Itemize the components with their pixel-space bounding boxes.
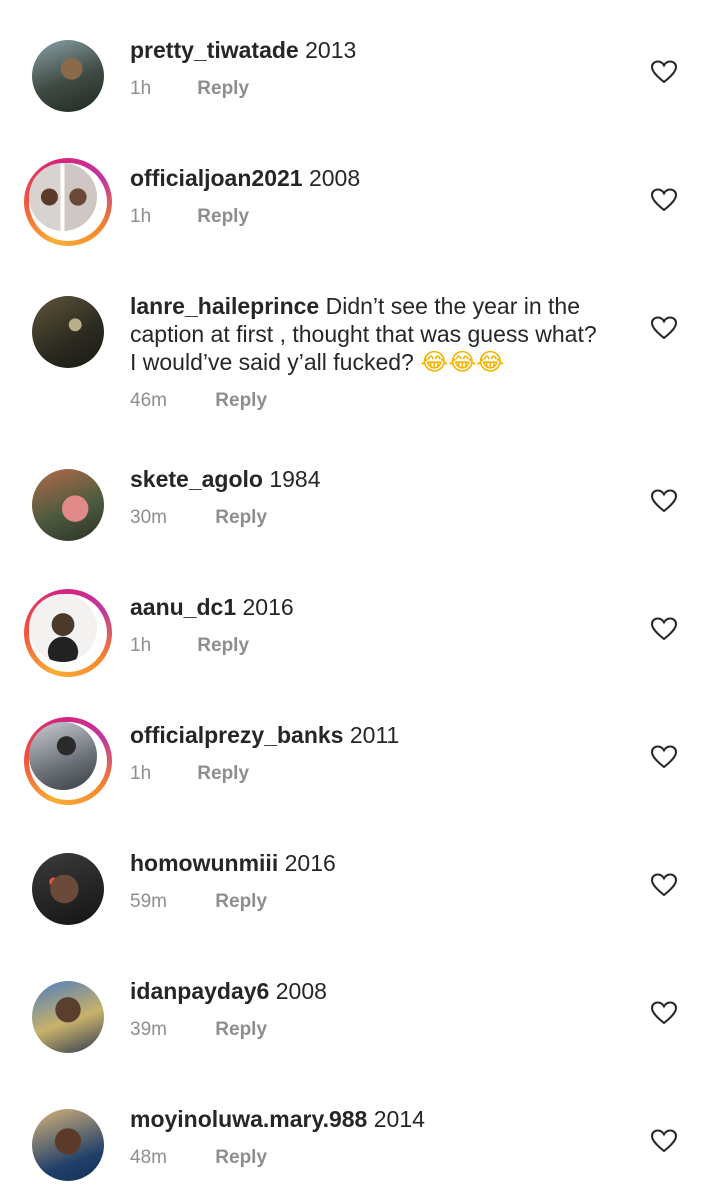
comment-text-line-2: caption at first , thought that was gues…	[130, 320, 630, 348]
comment-meta: 1h Reply	[130, 205, 249, 229]
comment-text: officialprezy_banks 2011	[130, 721, 630, 749]
timestamp: 59m	[130, 891, 167, 912]
heart-icon[interactable]	[651, 873, 677, 897]
avatar-story-ring[interactable]	[24, 158, 112, 246]
heart-icon[interactable]	[651, 316, 677, 340]
comment-meta: 1h Reply	[130, 77, 249, 101]
timestamp: 1h	[130, 635, 152, 656]
reply-button[interactable]: Reply	[215, 506, 267, 530]
avatar[interactable]	[32, 40, 104, 112]
avatar[interactable]	[32, 853, 104, 925]
comment-body: 2013	[305, 37, 357, 63]
reply-button[interactable]: Reply	[197, 205, 249, 229]
comment-text: idanpayday6 2008	[130, 977, 630, 1005]
user-avatar-image	[32, 981, 104, 1053]
heart-icon[interactable]	[651, 60, 677, 84]
avatar[interactable]	[32, 981, 104, 1053]
username[interactable]: lanre_haileprince	[130, 293, 319, 319]
comment-text: aanu_dc1 2016	[130, 593, 630, 621]
username[interactable]: idanpayday6	[130, 978, 269, 1004]
username[interactable]: skete_agolo	[130, 466, 263, 492]
timestamp: 48m	[130, 1147, 167, 1168]
timestamp: 30m	[130, 507, 167, 528]
laughing-emoji-icon: 😂😂😂	[420, 348, 505, 376]
heart-icon[interactable]	[651, 188, 677, 212]
comment-text: homowunmiii 2016	[130, 849, 630, 877]
user-avatar-image	[32, 296, 104, 368]
comment-meta: 1h Reply	[130, 634, 249, 658]
comment-text: skete_agolo 1984	[130, 465, 630, 493]
comment-body: I would’ve said y’all fucked?	[130, 349, 414, 375]
comment-body: 2016	[284, 850, 336, 876]
timestamp: 46m	[130, 390, 167, 411]
avatar[interactable]	[32, 1109, 104, 1181]
user-avatar-image	[29, 594, 97, 662]
comment-body: 1984	[269, 466, 321, 492]
user-avatar-image	[32, 1109, 104, 1181]
avatar-story-ring[interactable]	[24, 717, 112, 805]
comment-text: pretty_tiwatade 2013	[130, 36, 630, 64]
reply-button[interactable]: Reply	[215, 1018, 267, 1042]
comment-meta: 59m Reply	[130, 890, 267, 914]
comment-body: caption at first , thought that was gues…	[130, 321, 597, 347]
avatar-story-ring[interactable]	[24, 589, 112, 677]
user-avatar-image	[32, 469, 104, 541]
comment-body: 2008	[275, 978, 327, 1004]
comment-body: 2014	[373, 1106, 425, 1132]
reply-button[interactable]: Reply	[215, 1146, 267, 1170]
timestamp: 39m	[130, 1019, 167, 1040]
user-avatar-image	[29, 163, 97, 231]
username[interactable]: officialjoan2021	[130, 165, 303, 191]
heart-icon[interactable]	[651, 489, 677, 513]
comment-text-line-1: lanre_haileprince Didn’t see the year in…	[130, 292, 630, 320]
heart-icon[interactable]	[651, 617, 677, 641]
comment-body: Didn’t see the year in the	[325, 293, 581, 319]
timestamp: 1h	[130, 206, 152, 227]
avatar[interactable]	[32, 469, 104, 541]
comment-meta: 1h Reply	[130, 762, 249, 786]
user-avatar-image	[29, 722, 97, 790]
comment-body: 2016	[242, 594, 294, 620]
heart-icon[interactable]	[651, 745, 677, 769]
avatar[interactable]	[32, 296, 104, 368]
user-avatar-image	[32, 40, 104, 112]
comment-text: moyinoluwa.mary.988 2014	[130, 1105, 630, 1133]
comment-meta: 30m Reply	[130, 506, 267, 530]
username[interactable]: aanu_dc1	[130, 594, 236, 620]
reply-button[interactable]: Reply	[215, 389, 267, 413]
reply-button[interactable]: Reply	[215, 890, 267, 914]
timestamp: 1h	[130, 763, 152, 784]
comment-meta: 46m Reply	[130, 389, 267, 413]
username[interactable]: homowunmiii	[130, 850, 278, 876]
username[interactable]: officialprezy_banks	[130, 722, 343, 748]
username[interactable]: moyinoluwa.mary.988	[130, 1106, 367, 1132]
comment-text-line-3: I would’ve said y’all fucked? 😂😂😂	[130, 348, 630, 376]
heart-icon[interactable]	[651, 1001, 677, 1025]
heart-icon[interactable]	[651, 1129, 677, 1153]
reply-button[interactable]: Reply	[197, 762, 249, 786]
comment-body: 2011	[349, 722, 400, 748]
username[interactable]: pretty_tiwatade	[130, 37, 299, 63]
comment-meta: 39m Reply	[130, 1018, 267, 1042]
timestamp: 1h	[130, 78, 152, 99]
user-avatar-image	[32, 853, 104, 925]
comment-body: 2008	[308, 165, 361, 191]
comment-meta: 48m Reply	[130, 1146, 267, 1170]
reply-button[interactable]: Reply	[197, 77, 249, 101]
comment-text: officialjoan2021 2008	[130, 164, 630, 192]
reply-button[interactable]: Reply	[197, 634, 249, 658]
